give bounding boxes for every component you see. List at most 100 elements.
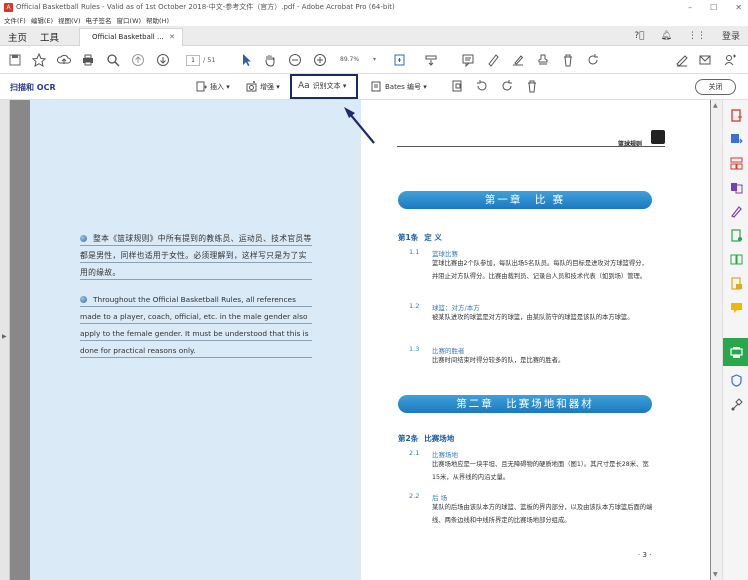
scan-ocr-icon[interactable]	[729, 345, 743, 359]
apps-grid-icon[interactable]: ⋮⋮	[688, 31, 706, 41]
section-number: 2.1	[409, 449, 420, 457]
enhance-menu[interactable]: 增强 ▾	[246, 81, 280, 92]
tab-home[interactable]: 主页	[8, 30, 27, 44]
menu-help[interactable]: 帮助(H)	[146, 15, 169, 25]
email-icon[interactable]	[697, 52, 713, 68]
article-1-heading: 第1条定 义	[398, 232, 442, 243]
section-text: 比赛时间结束时得分较多的队，是比赛的胜者。	[432, 357, 565, 364]
search-icon[interactable]	[105, 52, 121, 68]
compare-files-icon[interactable]	[729, 252, 743, 266]
minimize-button[interactable]: –	[688, 3, 692, 12]
expand-panel-icon[interactable]: ▶	[2, 333, 7, 340]
note-rule	[80, 306, 312, 307]
scroll-down-icon[interactable]: ▼	[713, 571, 718, 578]
create-pdf-icon[interactable]	[729, 108, 743, 122]
fit-page-icon[interactable]	[392, 52, 408, 68]
select-cursor-icon[interactable]	[238, 52, 254, 68]
zoom-in-icon[interactable]	[312, 52, 328, 68]
recognize-text-button[interactable]: Aa 识别文本 ▾	[290, 74, 358, 99]
rotate-left-icon[interactable]	[474, 78, 490, 94]
export-pdf-icon[interactable]	[729, 132, 743, 146]
close-tab-icon[interactable]: ✕	[169, 33, 175, 41]
insert-menu[interactable]: 插入 ▾	[196, 81, 230, 92]
star-icon[interactable]	[31, 52, 47, 68]
insert-label: 插入 ▾	[210, 82, 230, 91]
stamp-icon[interactable]	[535, 52, 551, 68]
tab-bar: 主页 工具 Official Basketball ... ✕ ?⃝ 🔔︎ ⋮⋮…	[0, 26, 748, 46]
bates-numbering-menu[interactable]: Bates 编号 ▾	[371, 81, 427, 92]
maximize-button[interactable]: ☐	[710, 3, 717, 12]
comment-tool-icon[interactable]	[729, 300, 743, 314]
note-rule	[80, 323, 312, 324]
organize-pages-icon[interactable]	[729, 156, 743, 170]
combine-files-icon[interactable]	[729, 180, 743, 194]
note-cn-text: 整本《篮球规则》中所有提到的教练员、运动员、技术官员等都是男性，同样也适用于女性…	[80, 234, 312, 277]
enhance-label: 增强 ▾	[260, 82, 280, 91]
menu-window[interactable]: 窗口(W)	[117, 15, 142, 25]
zoom-out-icon[interactable]	[287, 52, 303, 68]
print-icon[interactable]	[80, 52, 96, 68]
protect-shield-icon[interactable]	[729, 373, 743, 387]
trash-icon[interactable]	[524, 78, 540, 94]
menu-esign[interactable]: 电子签名	[86, 15, 112, 25]
comment-icon[interactable]	[460, 52, 476, 68]
bates-icon	[371, 81, 381, 92]
tabbar-right: ?⃝ 🔔︎ ⋮⋮ 登录	[634, 29, 740, 43]
page-number-input[interactable]: 1	[186, 55, 200, 66]
save-icon[interactable]	[7, 52, 23, 68]
section-number: 1.3	[409, 345, 420, 353]
more-tools-icon[interactable]	[729, 397, 743, 411]
highlight-pen-icon[interactable]	[485, 52, 501, 68]
window-controls: – ☐ ✕	[688, 0, 742, 14]
fill-sign-icon[interactable]	[674, 52, 690, 68]
title-bar: A Official Basketball Rules - Valid as o…	[0, 0, 748, 14]
gender-note-english: Throughout the Official Basketball Rules…	[80, 291, 315, 359]
rotate-right-icon[interactable]	[499, 78, 515, 94]
menu-edit[interactable]: 编辑(E)	[31, 15, 53, 25]
help-icon[interactable]: ?⃝	[634, 31, 644, 41]
left-panel-toggle[interactable]: ▶	[0, 100, 10, 580]
page-view-icon[interactable]	[449, 78, 465, 94]
note-rule	[80, 279, 312, 280]
main-toolbar: 1 / 51 89.7% ▾	[0, 46, 748, 74]
section-number: 1.2	[409, 302, 420, 310]
menu-view[interactable]: 视图(V)	[58, 15, 81, 25]
zoom-level[interactable]: 89.7%	[340, 56, 359, 63]
acrobat-app-icon: A	[4, 2, 13, 12]
sign-icon[interactable]	[510, 52, 526, 68]
login-link[interactable]: 登录	[722, 29, 740, 42]
menu-file[interactable]: 文件(F)	[4, 15, 26, 25]
tab-tools[interactable]: 工具	[40, 30, 59, 44]
fill-sign-pen-icon[interactable]	[729, 204, 743, 218]
upload-cloud-icon[interactable]	[56, 52, 72, 68]
share-user-icon[interactable]	[722, 52, 738, 68]
scroll-mode-icon[interactable]	[423, 52, 439, 68]
close-tool-button[interactable]: 关闭	[695, 79, 736, 95]
hand-tool-icon[interactable]	[262, 52, 278, 68]
tab-document[interactable]: Official Basketball ... ✕	[79, 28, 183, 46]
text-aa-icon: Aa	[298, 81, 310, 91]
delete-icon[interactable]	[560, 52, 576, 68]
vertical-scrollbar[interactable]: ▲ ▼	[711, 100, 722, 580]
scroll-up-icon[interactable]: ▲	[713, 102, 718, 109]
article-title: 比赛场地	[424, 434, 455, 443]
bullet-ball-icon	[80, 296, 87, 303]
section-title: 比赛的胜者	[432, 347, 465, 355]
article-title: 定 义	[424, 233, 442, 242]
edit-pdf-icon[interactable]	[729, 228, 743, 242]
close-window-button[interactable]: ✕	[735, 3, 742, 12]
pdf-page-right: 篮球规则 第一章 比 赛 第1条定 义 1.1 篮球比赛 篮球比赛由2个队参加，…	[361, 100, 710, 580]
chapter-2-banner: 第二章 比赛场地和器材	[398, 395, 652, 413]
menu-bar: 文件(F) 编辑(E) 视图(V) 电子签名 窗口(W) 帮助(H)	[0, 14, 748, 26]
section-title: 篮球比赛	[432, 250, 458, 258]
page-up-icon[interactable]	[130, 52, 146, 68]
section-text: 篮球比赛由2个队参加，每队出场5名队员。每队的目标是进攻对方球篮得分，并阻止对方…	[432, 260, 648, 280]
bell-icon[interactable]: 🔔︎	[661, 31, 672, 41]
prepare-form-icon[interactable]	[729, 276, 743, 290]
note-rule	[80, 340, 312, 341]
section-title: 球篮：对方/本方	[432, 304, 480, 312]
page-down-icon[interactable]	[155, 52, 171, 68]
article-number: 第1条	[398, 233, 419, 242]
zoom-dropdown-icon[interactable]: ▾	[373, 56, 376, 63]
rotate-icon[interactable]	[585, 52, 601, 68]
